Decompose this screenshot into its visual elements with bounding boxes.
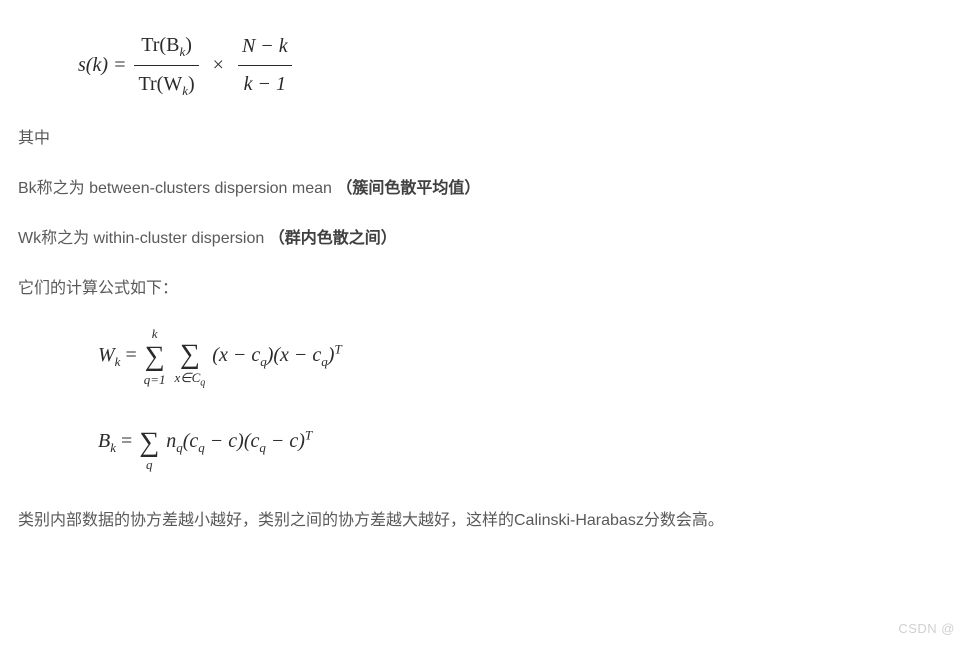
sigma-icon: ∑: [180, 341, 200, 369]
trace-bk: Tr(Bk): [134, 28, 198, 66]
bk-term: nq(cq − c)(cq − c)T: [166, 424, 312, 460]
wk-definition: Wk称之为 within-cluster dispersion （群内色散之间）: [18, 225, 957, 253]
fraction-nk: N − k k − 1: [238, 29, 292, 102]
trace-wk: Tr(Wk): [134, 66, 198, 103]
n-minus-k: N − k: [238, 29, 292, 66]
fraction-tr: Tr(Bk) Tr(Wk): [134, 28, 198, 103]
formula-bk: Bk = ∑ q nq(cq − c)(cq − c)T: [98, 412, 957, 471]
bk-text: Bk称之为 between-clusters dispersion mean: [18, 180, 336, 197]
sk-lhs: s(k) =: [78, 48, 126, 83]
wk-lhs: Wk =: [98, 338, 137, 374]
where-label: 其中: [18, 125, 957, 153]
formula-sk: s(k) = Tr(Bk) Tr(Wk) × N − k k − 1: [78, 28, 957, 103]
formula-wk-bk: Wk = k ∑ q=1 ∑ x∈Cq (x − cq)(x − cq)T Bk…: [98, 325, 957, 472]
times-symbol: ×: [213, 48, 224, 83]
wk-bold-cn: （群内色散之间）: [269, 230, 397, 247]
conclusion-text: 类别内部数据的协方差越小越好，类别之间的协方差越大越好，这样的Calinski-…: [18, 507, 957, 535]
bk-lhs: Bk =: [98, 424, 132, 460]
bk-bold-cn: （簇间色散平均值）: [336, 180, 480, 197]
bk-definition: Bk称之为 between-clusters dispersion mean （…: [18, 175, 957, 203]
sigma-icon: ∑: [145, 343, 165, 371]
wk-text: Wk称之为 within-cluster dispersion: [18, 230, 269, 247]
sum-outer: k ∑ q=1: [144, 327, 166, 386]
sum-inner: ∑ x∈Cq: [175, 325, 206, 389]
formula-wk: Wk = k ∑ q=1 ∑ x∈Cq (x − cq)(x − cq)T: [98, 325, 957, 389]
watermark-text: CSDN @: [898, 618, 955, 641]
k-minus-1: k − 1: [238, 66, 292, 102]
sigma-icon: ∑: [139, 429, 159, 457]
formula-intro: 它们的计算公式如下：: [18, 275, 957, 303]
wk-term: (x − cq)(x − cq)T: [212, 338, 341, 374]
sum-bk: ∑ q: [139, 412, 159, 471]
